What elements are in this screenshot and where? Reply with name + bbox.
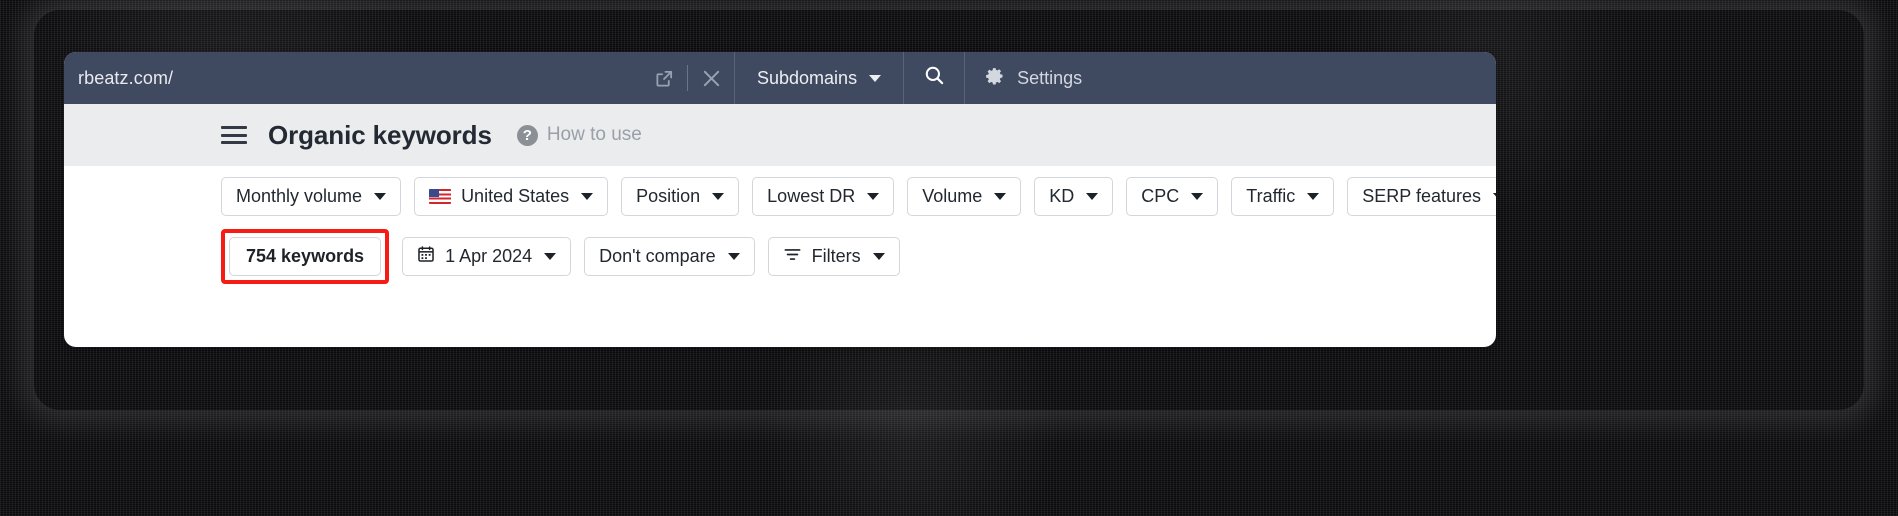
app-topbar: rbeatz.com/ Subdomains Settings — [64, 52, 1496, 104]
scope-selector-subdomains[interactable]: Subdomains — [735, 52, 903, 104]
date-picker-label: 1 Apr 2024 — [445, 246, 533, 266]
hamburger-line-1 — [221, 126, 247, 129]
filter-country[interactable]: United States — [414, 176, 609, 216]
filter-country-label: United States — [461, 185, 570, 206]
filters-button[interactable]: Filters — [767, 237, 900, 276]
gear-icon — [985, 66, 1005, 91]
us-flag-icon — [429, 188, 452, 204]
hamburger-line-3 — [221, 141, 247, 144]
keyword-count-highlight: 754 keywords — [221, 229, 390, 284]
chevron-down-icon — [1086, 192, 1099, 200]
url-input-zone[interactable]: rbeatz.com/ — [64, 52, 604, 104]
filters-button-label: Filters — [811, 246, 861, 266]
chevron-down-icon — [374, 192, 387, 200]
how-to-use-link[interactable]: ? How to use — [516, 124, 642, 146]
filter-position[interactable]: Position — [621, 176, 740, 216]
topbar-icon-group — [604, 52, 734, 104]
filters-area: Monthly volume United States Position Lo… — [64, 166, 1496, 287]
compare-selector-label: Don't compare — [599, 246, 716, 266]
chevron-down-icon — [869, 74, 882, 82]
calendar-icon — [417, 245, 435, 268]
help-icon: ? — [516, 124, 538, 146]
filter-volume-label: Volume — [922, 185, 983, 206]
filter-monthly-volume-label: Monthly volume — [236, 185, 363, 206]
date-picker[interactable]: 1 Apr 2024 — [402, 237, 572, 276]
chevron-down-icon — [872, 253, 885, 260]
search-icon — [924, 65, 945, 91]
filter-lowest-dr[interactable]: Lowest DR — [752, 176, 895, 216]
secondary-filter-row: 754 keywords 1 Apr 2024 Don't compare Fi… — [221, 226, 1496, 287]
chevron-down-icon — [1493, 192, 1496, 200]
filter-lowest-dr-label: Lowest DR — [767, 185, 856, 206]
external-link-button[interactable] — [641, 52, 687, 104]
keyword-count-label: 754 keywords — [246, 246, 365, 266]
settings-label: Settings — [1017, 67, 1083, 88]
search-button[interactable] — [904, 52, 964, 104]
close-icon — [701, 68, 722, 89]
chevron-down-icon — [1307, 192, 1320, 200]
chevron-down-icon — [581, 192, 594, 200]
chevron-down-icon — [1191, 192, 1204, 200]
compare-selector[interactable]: Don't compare — [584, 237, 755, 276]
how-to-use-label: How to use — [546, 124, 642, 145]
chevron-down-icon — [712, 192, 725, 200]
filter-traffic-label: Traffic — [1246, 185, 1296, 206]
filter-cpc-label: CPC — [1141, 185, 1180, 206]
page-title: Organic keywords — [268, 119, 492, 150]
primary-filter-row: Monthly volume United States Position Lo… — [221, 166, 1496, 226]
settings-button[interactable]: Settings — [965, 52, 1102, 104]
hamburger-menu-icon[interactable] — [221, 126, 247, 144]
filter-serp-features[interactable]: SERP features — [1347, 176, 1496, 216]
filter-traffic[interactable]: Traffic — [1231, 176, 1335, 216]
filter-volume[interactable]: Volume — [907, 176, 1022, 216]
filter-monthly-volume[interactable]: Monthly volume — [221, 176, 402, 216]
chevron-down-icon — [994, 192, 1007, 200]
external-link-icon — [655, 69, 674, 88]
app-card: rbeatz.com/ Subdomains Settings Organic … — [64, 52, 1496, 347]
filter-serp-features-label: SERP features — [1362, 185, 1482, 206]
url-text: rbeatz.com/ — [78, 67, 174, 88]
flag-canton — [429, 188, 440, 197]
chevron-down-icon — [867, 192, 880, 200]
chevron-down-icon — [544, 253, 557, 260]
filter-kd[interactable]: KD — [1034, 176, 1114, 216]
filter-position-label: Position — [636, 185, 701, 206]
filter-lines-icon — [783, 245, 802, 269]
filter-kd-label: KD — [1049, 185, 1075, 206]
chevron-down-icon — [727, 253, 740, 260]
filter-cpc[interactable]: CPC — [1126, 176, 1219, 216]
keyword-count-badge[interactable]: 754 keywords — [229, 237, 382, 276]
clear-url-button[interactable] — [688, 52, 734, 104]
hamburger-line-2 — [221, 133, 247, 137]
page-header-bar: Organic keywords ? How to use — [64, 104, 1496, 166]
scope-selector-label: Subdomains — [757, 67, 858, 88]
